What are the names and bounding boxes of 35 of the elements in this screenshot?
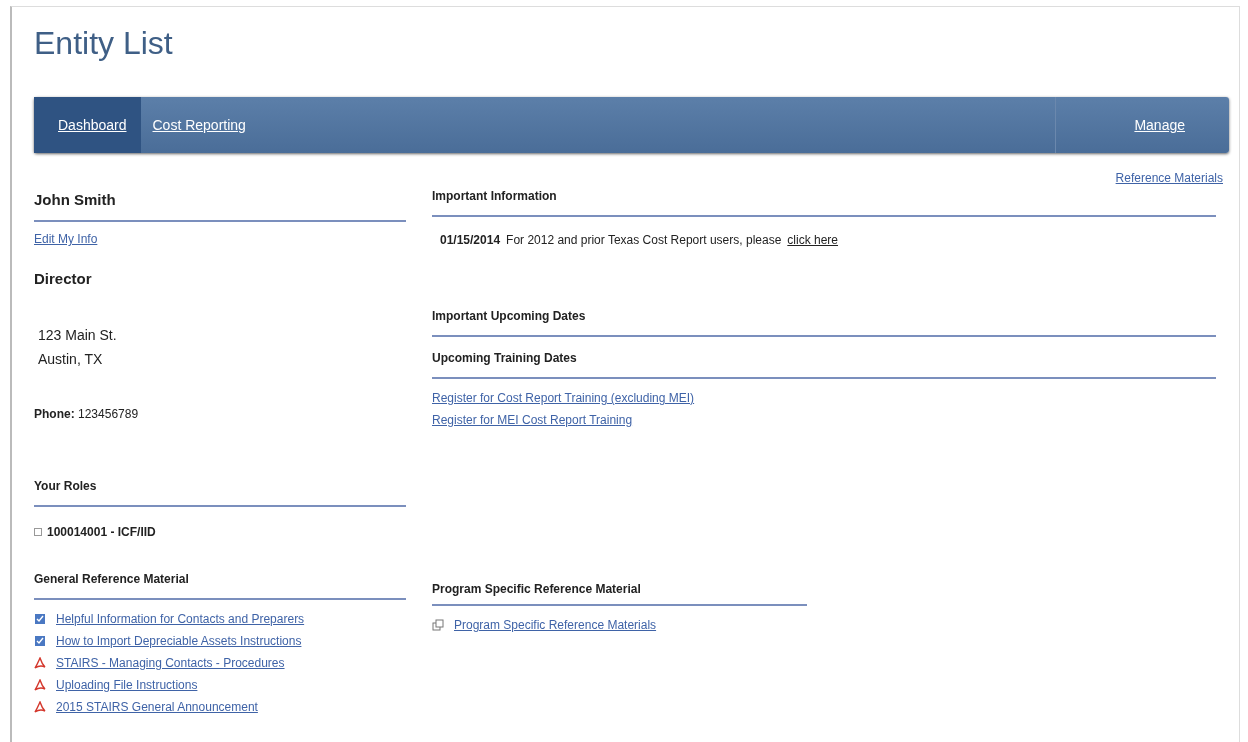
training-link[interactable]: Register for MEI Cost Report Training <box>432 409 1216 431</box>
reference-link[interactable]: Uploading File Instructions <box>56 678 198 692</box>
section-heading: Important Upcoming Dates <box>432 309 587 323</box>
user-name: John Smith <box>34 191 117 208</box>
section-heading: Upcoming Training Dates <box>432 351 578 365</box>
notice-date: 01/15/2014 <box>440 233 501 247</box>
notice-text: For 2012 and prior Texas Cost Report users, please <box>506 233 782 247</box>
training-link[interactable]: Register for Cost Report Training (excluding MEI) <box>432 387 1216 409</box>
role-text: 100014001 - ICF/IID <box>47 525 156 539</box>
edit-info-link[interactable]: Edit My Info <box>34 232 98 246</box>
reference-link[interactable]: 2015 STAIRS General Announcement <box>56 700 258 714</box>
pdf-icon <box>34 701 46 713</box>
section-heading: General Reference Material <box>34 572 190 586</box>
square-icon <box>34 528 42 536</box>
job-title: Director <box>34 270 93 287</box>
document-icon <box>34 635 46 647</box>
section-heading: Your Roles <box>34 479 98 493</box>
reference-link[interactable]: How to Import Depreciable Assets Instructions <box>56 634 302 648</box>
section-heading: Important Information <box>432 189 558 203</box>
pdf-icon <box>34 657 46 669</box>
nav-tab[interactable]: Cost Reporting <box>140 97 258 153</box>
click-here-link[interactable]: click here <box>787 233 838 247</box>
manage-tab[interactable]: Manage <box>1055 97 1229 153</box>
page-title: Entity List <box>34 24 174 63</box>
reference-materials-link[interactable]: Reference Materials <box>1115 171 1223 189</box>
reference-link[interactable]: Helpful Information for Contacts and Preparers <box>56 612 305 626</box>
reference-link[interactable]: Program Specific Reference Materials <box>454 618 657 632</box>
phone-number: Phone: 123456789 <box>34 407 140 421</box>
section-heading: Program Specific Reference Material <box>432 582 642 596</box>
nav-tab[interactable]: Dashboard <box>34 97 141 153</box>
pdf-icon <box>34 679 46 691</box>
document-icon <box>34 613 46 625</box>
reference-link[interactable]: STAIRS - Managing Contacts - Procedures <box>56 656 285 670</box>
address: 123 Main St. Austin, TX <box>37 326 118 369</box>
windows-icon <box>432 619 444 631</box>
